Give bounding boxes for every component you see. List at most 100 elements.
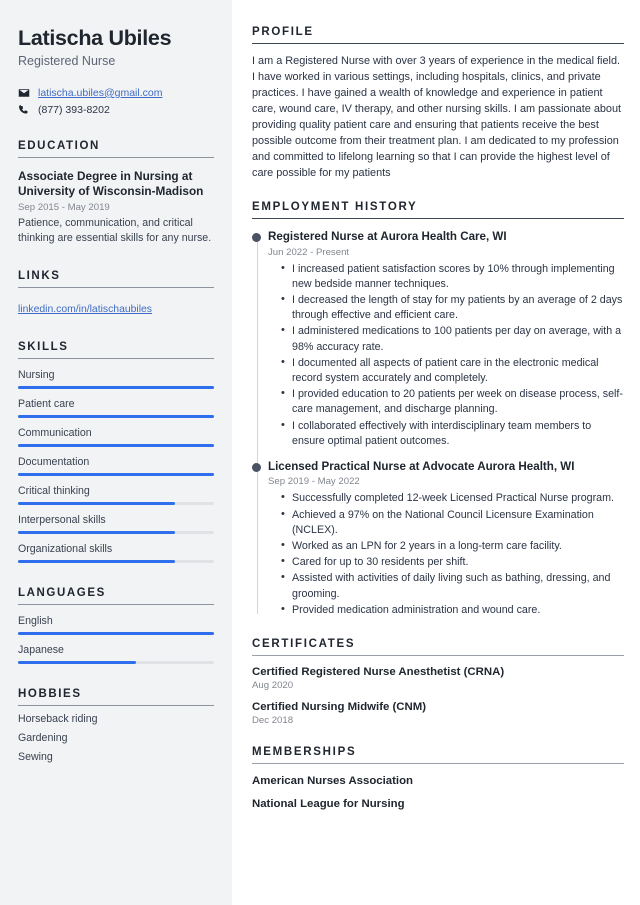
employment-bullet: Worked as an LPN for 2 years in a long-t… <box>281 538 624 554</box>
employment-bullets: I increased patient satisfaction scores … <box>268 261 624 449</box>
employment-timeline: Registered Nurse at Aurora Health Care, … <box>252 230 624 618</box>
language-item: Japanese <box>18 644 214 664</box>
language-label: Japanese <box>18 643 64 656</box>
divider <box>252 654 624 656</box>
skill-item: Patient care <box>18 398 214 418</box>
education-date: Sep 2015 - May 2019 <box>18 201 110 213</box>
skill-label: Communication <box>18 426 92 439</box>
section-certificates-title: CERTIFICATES <box>252 637 356 650</box>
divider <box>252 43 624 44</box>
employment-title: Registered Nurse at Aurora Health Care, … <box>268 230 507 244</box>
skill-item: Communication <box>18 427 214 447</box>
employment-bullet: I administered medications to 100 patien… <box>281 323 624 354</box>
sidebar: Latischa Ubiles Registered Nurse latisch… <box>0 0 232 905</box>
contact-email-row[interactable]: latischa.ubiles@gmail.com <box>18 87 214 99</box>
hobby-item: Horseback riding <box>18 712 98 725</box>
contact-email-link[interactable]: latischa.ubiles@gmail.com <box>38 87 162 99</box>
employment-date: Jun 2022 - Present <box>268 246 350 258</box>
skill-bar-track <box>18 414 214 418</box>
section-links-title: LINKS <box>18 269 61 282</box>
skill-item: Organizational skills <box>18 543 214 563</box>
membership-item: American Nurses Association <box>252 774 414 787</box>
candidate-name: Latischa Ubiles <box>18 26 172 50</box>
section-languages: LANGUAGES English Japanese <box>18 587 214 664</box>
skill-bar-fill <box>18 559 175 563</box>
skill-bar-fill <box>18 385 214 389</box>
hobby-item: Sewing <box>18 750 53 763</box>
contact-phone-row: (877) 393-8202 <box>18 104 214 116</box>
resume-page: Latischa Ubiles Registered Nurse latisch… <box>0 0 640 905</box>
profile-text: I am a Registered Nurse with over 3 year… <box>252 55 622 180</box>
employment-bullet: Cared for up to 30 residents per shift. <box>281 554 624 570</box>
skill-label: Documentation <box>18 455 90 468</box>
employment-bullet: Successfully completed 12-week Licensed … <box>281 490 624 506</box>
contact-info: latischa.ubiles@gmail.com (877) 393-8202 <box>18 87 214 116</box>
employment-bullet: I increased patient satisfaction scores … <box>281 261 624 292</box>
section-employment-title: EMPLOYMENT HISTORY <box>252 201 418 214</box>
language-bar-track <box>18 631 214 635</box>
skill-label: Organizational skills <box>18 542 113 555</box>
main-column: PROFILE I am a Registered Nurse with ove… <box>232 0 640 905</box>
language-item: English <box>18 615 214 635</box>
employment-bullet: I decreased the length of stay for my pa… <box>281 292 624 323</box>
employment-bullets: Successfully completed 12-week Licensed … <box>268 490 624 618</box>
skill-bar-fill <box>18 501 175 505</box>
skill-bar-track <box>18 385 214 389</box>
skill-bar-fill <box>18 530 175 534</box>
membership-item: National League for Nursing <box>252 797 405 810</box>
divider <box>18 704 214 706</box>
link-item-linkedin[interactable]: linkedin.com/in/latischaubiles <box>18 304 152 315</box>
skill-bar-track <box>18 472 214 476</box>
certificate-date: Dec 2018 <box>252 714 294 726</box>
divider <box>18 156 214 158</box>
skill-bar-track <box>18 530 214 534</box>
skill-bar-track <box>18 443 214 447</box>
divider <box>252 218 624 220</box>
employment-date: Sep 2019 - May 2022 <box>268 476 360 488</box>
certificate-name: Certified Nursing Midwife (CNM) <box>252 700 427 713</box>
skill-item: Documentation <box>18 456 214 476</box>
skill-item: Nursing <box>18 369 214 389</box>
section-hobbies: HOBBIES Horseback riding Gardening Sewin… <box>18 688 214 763</box>
contact-phone-text: (877) 393-8202 <box>38 103 110 116</box>
divider <box>18 357 214 359</box>
timeline-dot-icon <box>252 233 261 243</box>
language-label: English <box>18 614 53 627</box>
section-languages-title: LANGUAGES <box>18 586 106 599</box>
skill-bar-track <box>18 501 214 505</box>
certificate-item: Certified Nursing Midwife (CNM) Dec 2018 <box>252 701 624 726</box>
certificate-date: Aug 2020 <box>252 679 294 691</box>
skill-item: Interpersonal skills <box>18 514 214 534</box>
skill-label: Critical thinking <box>18 484 90 497</box>
phone-icon <box>18 104 30 116</box>
section-skills-title: SKILLS <box>18 340 69 353</box>
employment-bullet: I provided education to 20 patients per … <box>281 386 624 417</box>
skill-label: Patient care <box>18 397 75 410</box>
skill-bar-fill <box>18 443 214 447</box>
section-skills: SKILLS Nursing Patient care Communicatio… <box>18 341 214 563</box>
employment-entry: Registered Nurse at Aurora Health Care, … <box>252 230 624 449</box>
timeline-dot-icon <box>252 462 261 472</box>
section-profile: PROFILE I am a Registered Nurse with ove… <box>252 26 624 181</box>
divider <box>18 603 214 605</box>
divider <box>18 286 214 288</box>
languages-list: English Japanese <box>18 615 214 664</box>
section-profile-title: PROFILE <box>252 26 314 38</box>
skill-bar-track <box>18 559 214 563</box>
skill-bar-fill <box>18 472 214 476</box>
section-education: EDUCATION Associate Degree in Nursing at… <box>18 140 214 246</box>
section-employment-history: EMPLOYMENT HISTORY Registered Nurse at A… <box>252 201 624 618</box>
employment-bullet: I collaborated effectively with interdis… <box>281 418 624 449</box>
education-description: Patience, communication, and critical th… <box>18 216 212 244</box>
certificate-item: Certified Registered Nurse Anesthetist (… <box>252 666 624 691</box>
language-bar-fill <box>18 660 136 664</box>
skill-bar-fill <box>18 414 214 418</box>
employment-bullet: I documented all aspects of patient care… <box>281 355 624 386</box>
section-links: LINKS linkedin.com/in/latischaubiles <box>18 270 214 317</box>
skills-list: Nursing Patient care Communication Docum… <box>18 369 214 563</box>
employment-bullet: Assisted with activities of daily living… <box>281 570 624 601</box>
skill-label: Interpersonal skills <box>18 513 106 526</box>
education-degree: Associate Degree in Nursing at Universit… <box>18 168 204 199</box>
language-bar-fill <box>18 631 214 635</box>
section-education-title: EDUCATION <box>18 139 100 152</box>
